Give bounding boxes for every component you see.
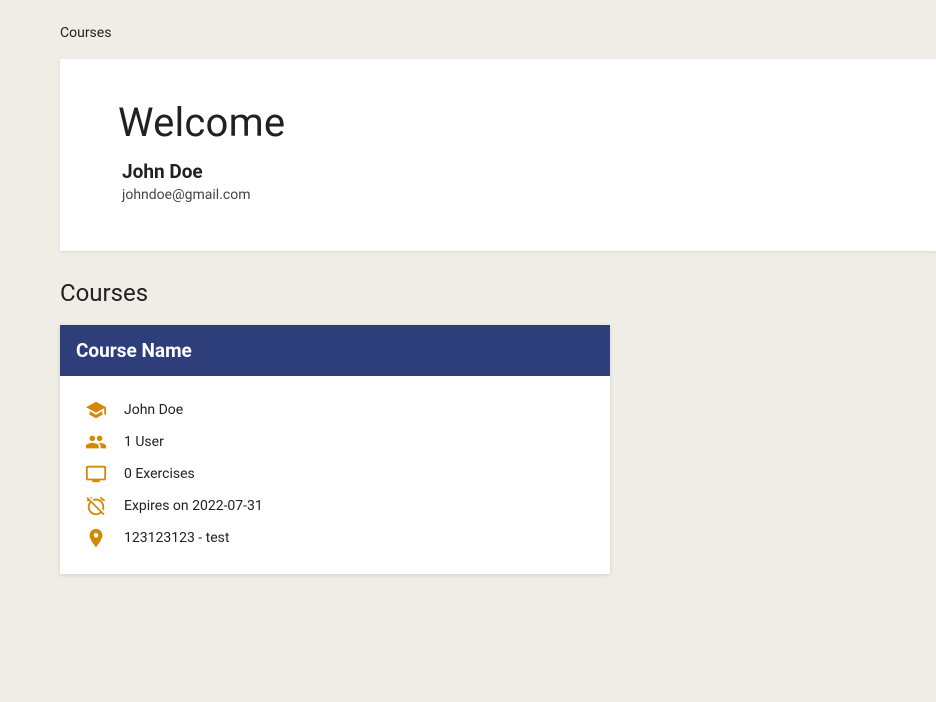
- monitor-icon: [84, 462, 108, 486]
- breadcrumb-item[interactable]: Courses: [60, 25, 111, 41]
- users-icon: [84, 430, 108, 454]
- alarm-off-icon: [84, 494, 108, 518]
- course-card-body: John Doe 1 User 0 Exercises Expires on 2…: [60, 376, 610, 574]
- courses-section-title: Courses: [0, 251, 936, 325]
- course-location-row: 123123123 - test: [84, 526, 586, 550]
- course-card[interactable]: Course Name John Doe 1 User 0 Exercises: [60, 325, 610, 574]
- breadcrumb[interactable]: Courses: [0, 0, 936, 59]
- course-card-header: Course Name: [60, 325, 610, 376]
- course-users-row: 1 User: [84, 430, 586, 454]
- course-expiry-row: Expires on 2022-07-31: [84, 494, 586, 518]
- course-instructor: John Doe: [124, 402, 183, 418]
- user-email: johndoe@gmail.com: [118, 187, 878, 203]
- welcome-title: Welcome: [118, 99, 878, 146]
- course-exercises-row: 0 Exercises: [84, 462, 586, 486]
- location-pin-icon: [84, 526, 108, 550]
- course-location: 123123123 - test: [124, 530, 229, 546]
- course-instructor-row: John Doe: [84, 398, 586, 422]
- course-exercises: 0 Exercises: [124, 466, 195, 482]
- user-name: John Doe: [118, 160, 878, 183]
- welcome-card: Welcome John Doe johndoe@gmail.com: [60, 59, 936, 251]
- course-name: Course Name: [76, 339, 192, 362]
- course-users: 1 User: [124, 434, 164, 450]
- graduation-cap-icon: [84, 398, 108, 422]
- course-expiry: Expires on 2022-07-31: [124, 498, 263, 514]
